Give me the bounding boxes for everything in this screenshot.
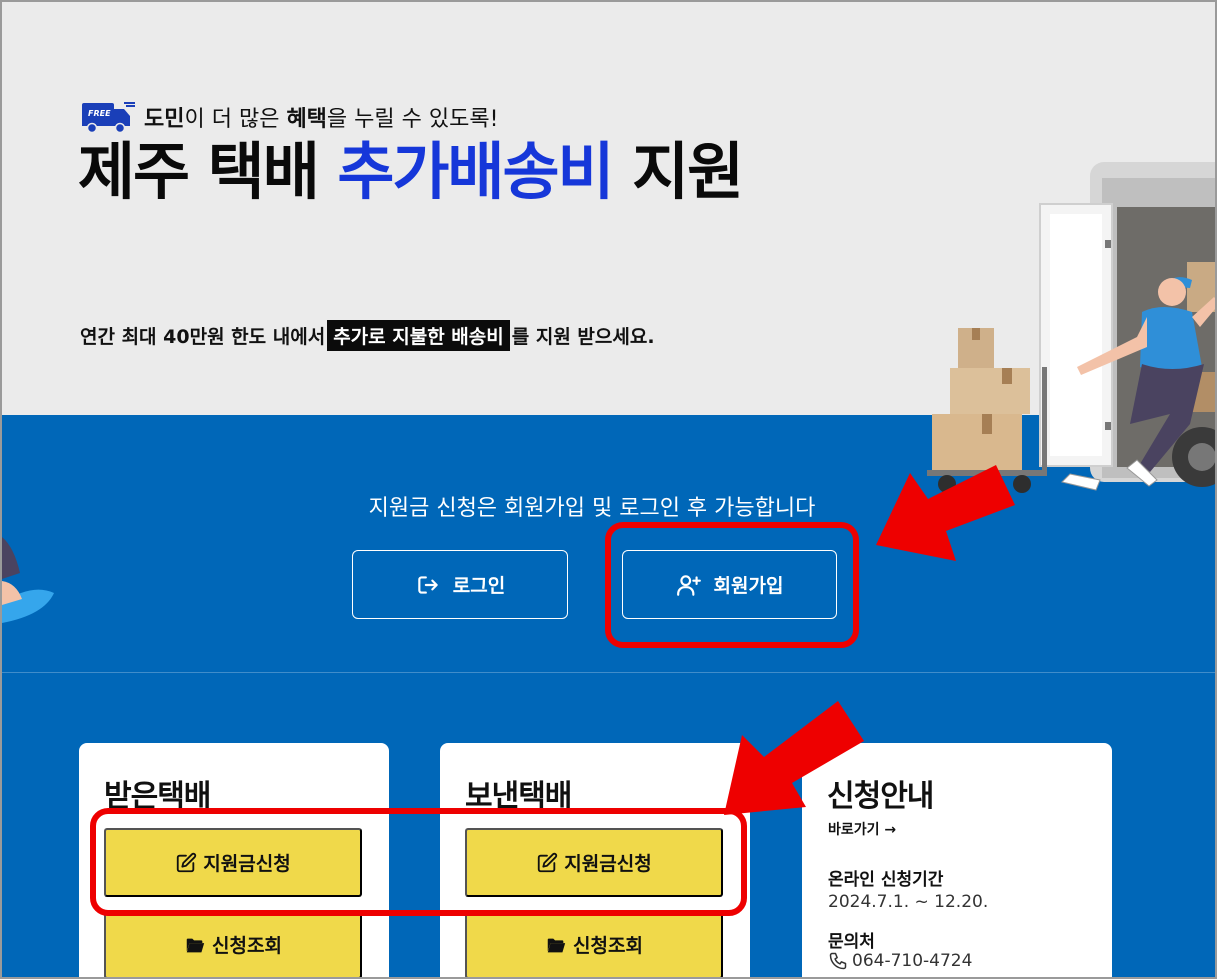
- login-label: 로그인: [452, 576, 506, 597]
- section-divider: [2, 672, 1215, 673]
- annotation-box-signup: [605, 522, 859, 648]
- contact-label: 문의처: [828, 932, 875, 952]
- page-frame: FREE 도민이 더 많은 혜택을 누릴 수 있도록! 제주 택배 추가배송비 …: [0, 0, 1217, 979]
- annotation-box-apply: [90, 808, 747, 916]
- sent-lookup-button[interactable]: 신청조회: [465, 910, 723, 977]
- folder-open-icon: [186, 938, 205, 952]
- phone-icon: [829, 952, 847, 970]
- received-lookup-button[interactable]: 신청조회: [104, 910, 362, 977]
- subline-highlight: 추가로 지불한 배송비: [327, 320, 510, 351]
- headline-accent: 추가배송비: [337, 135, 614, 208]
- sent-lookup-label: 신청조회: [573, 936, 643, 957]
- tagline-text: 도민이 더 많은 혜택을 누릴 수 있도록!: [144, 107, 499, 132]
- annotation-arrow-signup: [876, 465, 1015, 561]
- contact-value-row: 064-710-4724: [828, 951, 972, 971]
- free-badge-text: FREE: [88, 109, 111, 118]
- online-period-label: 온라인 신청기간: [828, 870, 944, 890]
- hero-subline: 연간 최대 40만원 한도 내에서 추가로 지불한 배송비 를 지원 받으세요.: [80, 320, 655, 351]
- received-lookup-label: 신청조회: [212, 936, 282, 957]
- folder-open-icon: [547, 938, 566, 952]
- free-truck-icon: FREE: [80, 100, 136, 134]
- page-title: 제주 택배 추가배송비 지원: [78, 135, 744, 208]
- hero-tagline: FREE 도민이 더 많은 혜택을 누릴 수 있도록!: [80, 100, 498, 134]
- login-icon: [418, 575, 438, 594]
- annotation-arrow-apply: [724, 701, 864, 815]
- contact-phone: 064-710-4724: [852, 951, 973, 971]
- guide-shortcut-link[interactable]: 바로가기 →: [828, 819, 896, 839]
- login-button[interactable]: 로그인: [352, 550, 568, 619]
- online-period-value: 2024.7.1. ~ 12.20.: [828, 892, 989, 912]
- left-decoration: [2, 537, 54, 623]
